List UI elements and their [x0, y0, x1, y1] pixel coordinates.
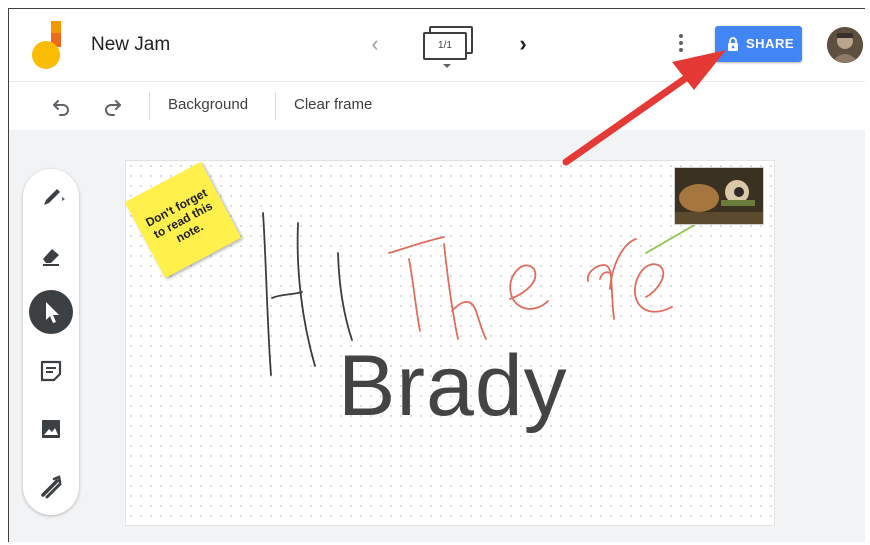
text-box[interactable]: Brady [338, 343, 568, 429]
previous-frame-button[interactable]: ‹ [365, 31, 385, 57]
jam-canvas[interactable]: Don't forget to read this note. Brady [125, 160, 775, 526]
workspace: Don't forget to read this note. Brady [9, 130, 865, 542]
select-arrow-icon [46, 302, 59, 323]
eraser-icon [43, 249, 59, 266]
background-button[interactable]: Background [168, 96, 248, 113]
share-label: SHARE [746, 36, 795, 51]
eraser-tool-button[interactable] [29, 233, 73, 277]
chevron-left-icon: ‹ [371, 31, 379, 56]
app-window: New Jam ‹ 1/1 › SHARE Background Clear f… [8, 8, 865, 542]
toolbar-divider [275, 92, 276, 120]
jam-title[interactable]: New Jam [91, 34, 170, 56]
photo-content [675, 168, 763, 224]
clear-frame-button[interactable]: Clear frame [294, 96, 372, 113]
laser-icon [41, 475, 62, 499]
frame-bar-button[interactable]: 1/1 [421, 26, 477, 70]
tool-palette [23, 169, 79, 515]
image-icon [42, 420, 60, 438]
toolbar-divider [149, 92, 150, 120]
sticky-note-tool-button[interactable] [29, 349, 73, 393]
image-tool-button[interactable] [29, 407, 73, 451]
select-tool-button[interactable] [29, 290, 73, 334]
jamboard-logo-icon[interactable] [31, 19, 71, 71]
next-frame-button[interactable]: › [513, 31, 533, 57]
sticky-note-icon [40, 360, 62, 382]
avatar-photo [827, 27, 863, 63]
pen-tool-button[interactable] [29, 176, 73, 220]
user-avatar[interactable] [827, 27, 863, 63]
redo-icon[interactable] [101, 94, 125, 118]
laser-tool-button[interactable] [29, 465, 73, 509]
app-header: New Jam ‹ 1/1 › SHARE [9, 9, 865, 81]
pen-icon [44, 189, 65, 205]
undo-icon[interactable] [49, 94, 73, 118]
lock-icon [728, 37, 738, 51]
more-options-button[interactable] [675, 31, 687, 59]
inserted-image[interactable] [674, 167, 764, 225]
caret-down-icon [443, 64, 451, 68]
frame-indicator-label: 1/1 [423, 32, 467, 60]
chevron-right-icon: › [519, 31, 527, 56]
more-vert-icon [679, 34, 683, 38]
edit-toolbar: Background Clear frame [9, 81, 865, 131]
share-button[interactable]: SHARE [715, 26, 802, 62]
